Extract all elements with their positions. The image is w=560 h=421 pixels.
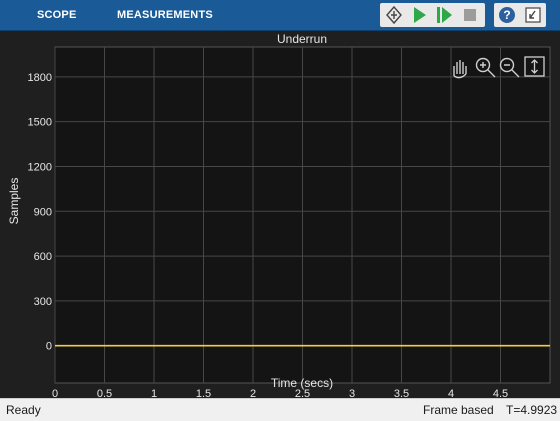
status-bar: Ready Frame based T=4.9923 bbox=[0, 398, 560, 421]
x-tick-label: 0.5 bbox=[97, 388, 112, 398]
scope-figure: 0 0.5 1 1.5 2 2.5 3 3.5 4 4.5 0 300 600 900 1200 1500 18… bbox=[0, 31, 560, 400]
toolstrip: SCOPE MEASUREMENTS ? bbox=[0, 0, 560, 31]
stop-icon[interactable] bbox=[458, 3, 482, 27]
y-tick-label: 600 bbox=[34, 251, 52, 263]
x-tick-label: 4 bbox=[448, 388, 454, 398]
run-icon[interactable] bbox=[407, 3, 431, 27]
status-time: T=4.9923 bbox=[506, 403, 558, 417]
y-tick-label: 300 bbox=[34, 296, 52, 308]
y-axis-label: Samples bbox=[7, 178, 21, 225]
x-tick-label: 1 bbox=[151, 388, 157, 398]
x-axis-label: Time (secs) bbox=[271, 376, 333, 390]
y-tick-label: 1500 bbox=[28, 117, 52, 129]
simulation-controls bbox=[380, 3, 485, 27]
tab-scope[interactable]: SCOPE bbox=[37, 0, 77, 30]
step-forward-icon[interactable] bbox=[432, 3, 456, 27]
x-tick-label: 3 bbox=[349, 388, 355, 398]
svg-text:?: ? bbox=[503, 8, 510, 22]
dock-icon[interactable] bbox=[521, 3, 545, 27]
tab-measurements[interactable]: MEASUREMENTS bbox=[117, 0, 213, 30]
status-mode: Frame based bbox=[423, 403, 494, 417]
scope-plot: 0 0.5 1 1.5 2 2.5 3 3.5 4 4.503006009001200150018… bbox=[7, 32, 551, 400]
x-tick-label: 4.5 bbox=[493, 388, 508, 398]
status-ready: Ready bbox=[6, 403, 41, 417]
y-tick-label: 0 bbox=[46, 341, 52, 353]
help-icon[interactable]: ? bbox=[495, 3, 519, 27]
x-tick-label: 3.5 bbox=[394, 388, 409, 398]
x-tick-label: 1.5 bbox=[196, 388, 211, 398]
x-tick-label: 0 bbox=[52, 388, 58, 398]
y-tick-label: 1800 bbox=[28, 72, 52, 84]
y-tick-label: 900 bbox=[34, 206, 52, 218]
window-controls: ? bbox=[494, 3, 546, 27]
step-back-icon[interactable] bbox=[382, 3, 406, 27]
y-tick-label: 1200 bbox=[28, 161, 52, 173]
plot-title: Underrun bbox=[277, 32, 327, 46]
x-tick-label: 2 bbox=[250, 388, 256, 398]
